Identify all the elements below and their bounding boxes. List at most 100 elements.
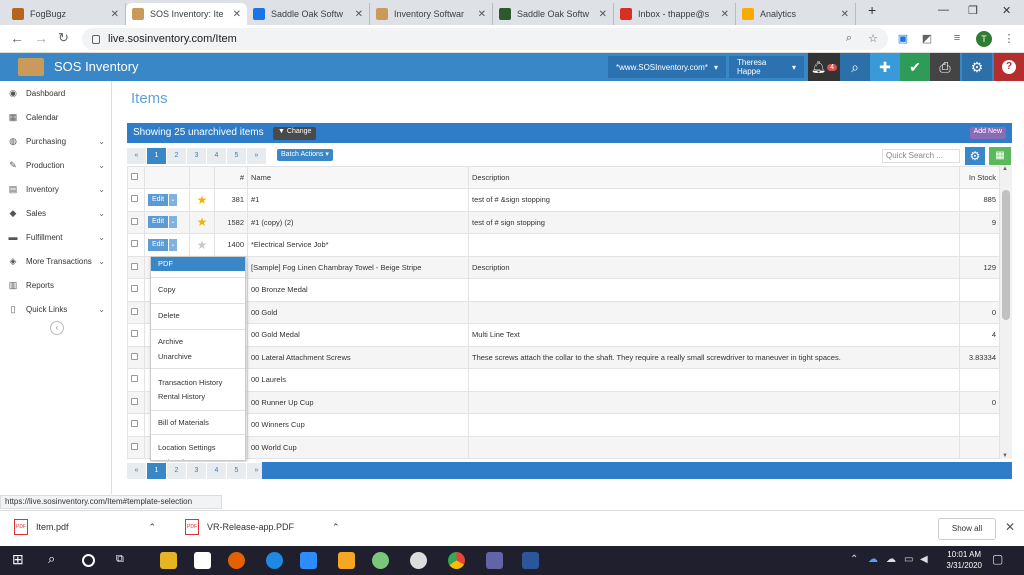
forward-icon[interactable]: → — [34, 30, 48, 46]
sidebar-item-more-transactions[interactable]: ◈ More Transactions ⌄ — [0, 249, 111, 273]
menu-item-location-settings[interactable]: Location Settings — [158, 443, 216, 452]
table-row[interactable]: Edit ⌄ ★ 381 #1 test of # &sign stopping 885 — [127, 188, 1000, 212]
edit-button[interactable]: Edit ⌄ — [148, 238, 178, 251]
store-icon[interactable] — [194, 552, 211, 569]
page-button[interactable]: 2 — [167, 148, 186, 164]
file-explorer-icon[interactable] — [160, 552, 177, 569]
edit-button[interactable]: Edit ⌄ — [148, 216, 178, 229]
select-all-checkbox[interactable] — [131, 173, 138, 180]
cortana-icon[interactable] — [82, 554, 95, 567]
volume-icon[interactable]: ◀ — [920, 554, 928, 565]
sidebar-item-dashboard[interactable]: ◉ Dashboard — [0, 81, 111, 105]
scroll-down-icon[interactable]: ▼ — [1002, 453, 1008, 459]
restore-icon[interactable]: ❐ — [968, 4, 978, 17]
select-all-checkbox-cell[interactable] — [127, 166, 145, 189]
browser-tab[interactable]: Saddle Oak Softw ✕ — [493, 3, 614, 25]
extension-icon[interactable]: ▣ — [896, 32, 910, 46]
page-button[interactable]: 2 — [167, 463, 186, 479]
close-tab-icon[interactable]: ✕ — [841, 9, 849, 20]
edit-button[interactable]: Edit ⌄ — [148, 193, 178, 206]
user-select[interactable]: Theresa Happe ▾ — [729, 56, 804, 78]
browser-tab[interactable]: Analytics ✕ — [736, 3, 856, 25]
table-row[interactable]: Edit ⌄ ★ 1400 *Electrical Service Job* — [127, 233, 1000, 257]
page-button[interactable]: 5 — [227, 148, 246, 164]
page-button[interactable]: 3 — [187, 148, 206, 164]
table-row[interactable] — [127, 458, 1000, 459]
row-checkbox[interactable] — [131, 420, 138, 428]
sidebar-item-calendar[interactable]: ▦ Calendar — [0, 105, 111, 129]
row-checkbox[interactable] — [131, 352, 138, 360]
teams-icon[interactable] — [486, 552, 503, 569]
row-checkbox-cell[interactable] — [127, 210, 145, 234]
table-row[interactable]: 00 World Cup — [127, 435, 1000, 459]
row-checkbox[interactable] — [131, 195, 138, 203]
chevron-up-icon[interactable]: ⌃ — [332, 522, 340, 533]
chrome-icon[interactable] — [448, 552, 465, 569]
search-button[interactable]: ⌕ — [840, 53, 870, 81]
sidebar-item-production[interactable]: ✎ Production ⌄ — [0, 153, 111, 177]
quick-search-input[interactable]: Quick Search ... — [882, 149, 960, 163]
table-row[interactable]: Edit ⌄ ★ 1582 #1 (copy) (2) test of # sign st… — [127, 210, 1000, 234]
r-app-icon[interactable] — [338, 552, 355, 569]
row-checkbox-cell[interactable] — [127, 188, 145, 212]
tasks-button[interactable]: ✔ — [900, 53, 930, 81]
chevron-down-icon[interactable]: ⌄ — [168, 193, 178, 206]
close-tab-icon[interactable]: ✕ — [478, 9, 486, 20]
row-checkbox[interactable] — [131, 307, 138, 315]
sidebar-item-sales[interactable]: ◆ Sales ⌄ — [0, 201, 111, 225]
menu-item-copy[interactable]: Copy — [158, 285, 176, 294]
table-row[interactable]: 00 Laurels — [127, 368, 1000, 392]
new-tab-button[interactable]: + — [868, 2, 876, 18]
row-checkbox[interactable] — [131, 240, 138, 248]
minimize-icon[interactable]: — — [938, 4, 949, 16]
chevron-down-icon[interactable]: ⌄ — [168, 238, 178, 251]
table-row[interactable]: [Sample] Fog Linen Chambray Towel - Beig… — [127, 255, 1000, 279]
firefox-icon[interactable] — [228, 552, 245, 569]
chevron-down-icon[interactable]: ⌄ — [168, 216, 178, 229]
network-icon[interactable]: ▭ — [904, 554, 913, 565]
table-row[interactable]: 00 Lateral Attachment Screws These screws… — [127, 345, 1000, 369]
browser-menu-icon[interactable]: ⋮ — [1002, 32, 1016, 46]
sidebar-item-fulfillment[interactable]: ▬ Fulfillment ⌄ — [0, 225, 111, 249]
close-tab-icon[interactable]: ✕ — [599, 9, 607, 20]
notifications-icon[interactable]: ▢ — [992, 552, 1003, 566]
row-checkbox[interactable] — [131, 330, 138, 338]
sidebar-item-inventory[interactable]: ▤ Inventory ⌄ — [0, 177, 111, 201]
zoom-icon[interactable]: ⌕ — [842, 32, 856, 46]
browser-tab[interactable]: SOS Inventory: Ite ✕ — [126, 3, 247, 25]
menu-item-bill-of-materials[interactable]: Bill of Materials — [158, 418, 209, 427]
page-button[interactable]: 3 — [187, 463, 206, 479]
close-tab-icon[interactable]: ✕ — [355, 9, 363, 20]
close-tab-icon[interactable]: ✕ — [721, 9, 729, 20]
page-button[interactable]: 5 — [227, 463, 246, 479]
page-button[interactable]: 1 — [147, 148, 166, 164]
collapse-sidebar-icon[interactable]: ‹ — [50, 321, 64, 335]
row-checkbox[interactable] — [131, 397, 138, 405]
browser-tab[interactable]: FogBugz ✕ — [6, 3, 126, 25]
extension-2-icon[interactable]: ◩ — [920, 32, 934, 46]
close-window-icon[interactable]: ✕ — [1002, 4, 1011, 17]
close-tab-icon[interactable]: ✕ — [233, 9, 241, 20]
row-checkbox[interactable] — [131, 442, 138, 450]
phone-app-icon[interactable] — [372, 552, 389, 569]
browser-tab[interactable]: Inventory Softwar ✕ — [370, 3, 493, 25]
favorite-star-icon[interactable]: ★ — [197, 193, 208, 207]
page-button[interactable]: 4 — [207, 463, 226, 479]
onedrive-icon[interactable]: ☁ — [868, 554, 878, 565]
table-row[interactable]: 00 Gold 0 — [127, 300, 1000, 324]
batch-actions-button[interactable]: Batch Actions ▾ — [277, 149, 333, 161]
menu-item-pdf[interactable]: PDF — [151, 257, 245, 271]
row-checkbox-cell[interactable] — [127, 345, 145, 369]
menu-item-delete[interactable]: Delete — [158, 311, 180, 320]
back-icon[interactable]: ← — [10, 30, 24, 46]
menu-item-rental-history[interactable]: Rental History — [158, 392, 205, 401]
row-checkbox-cell[interactable] — [127, 435, 145, 459]
clock[interactable]: 10:01 AM 3/31/2020 — [946, 549, 982, 571]
column-settings-button[interactable]: ⚙ — [965, 147, 985, 165]
download-item[interactable]: PDF Item.pdf ⌃ — [14, 519, 156, 535]
row-checkbox-cell[interactable] — [127, 300, 145, 324]
print-button[interactable]: ⎙ — [930, 53, 960, 81]
close-tab-icon[interactable]: ✕ — [111, 9, 119, 20]
settings-button[interactable]: ⚙ — [962, 53, 992, 81]
row-checkbox-cell[interactable] — [127, 458, 145, 459]
